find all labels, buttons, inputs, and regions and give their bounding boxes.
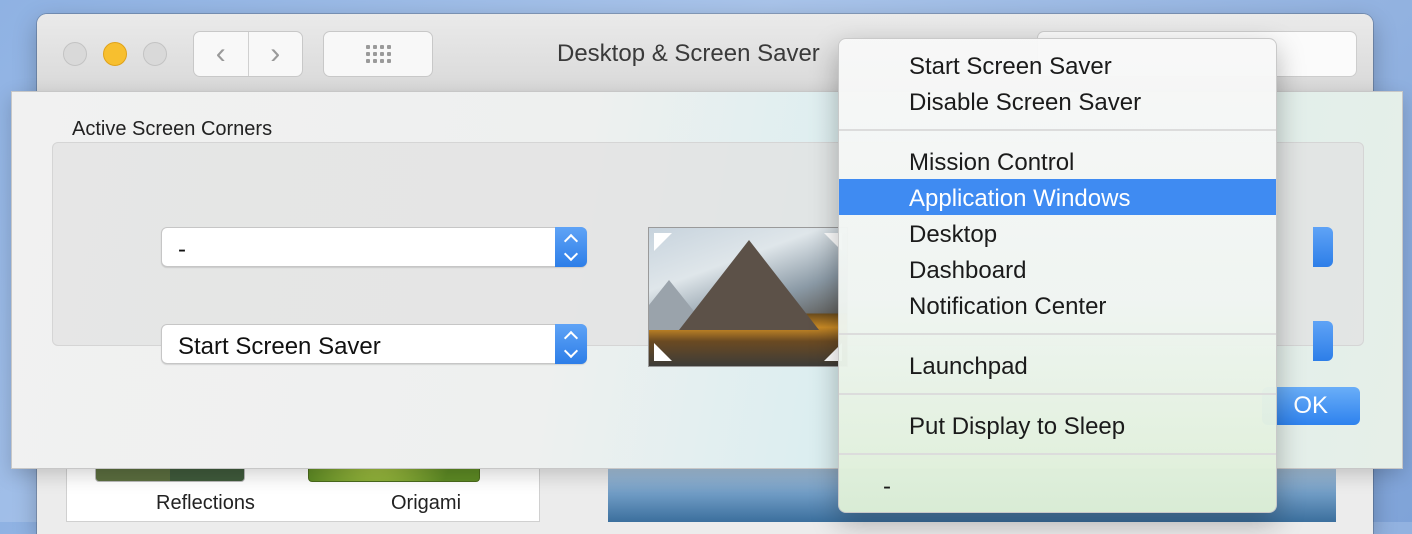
menu-separator: [839, 129, 1276, 131]
popup-value: -: [178, 236, 186, 263]
popup-value: Start Screen Saver: [178, 333, 381, 360]
menu-item-put-display-to-sleep[interactable]: Put Display to Sleep: [839, 407, 1276, 443]
forward-button[interactable]: ›: [247, 32, 303, 76]
reflections-label: Reflections: [156, 492, 255, 514]
show-all-button[interactable]: [323, 31, 433, 77]
menu-separator: [839, 453, 1276, 455]
menu-item-none[interactable]: -: [839, 467, 1276, 503]
top-left-corner-popup[interactable]: -: [161, 227, 587, 267]
sheet-title: Active Screen Corners: [72, 118, 273, 140]
back-button[interactable]: ‹: [194, 32, 248, 76]
origami-label: Origami: [391, 492, 462, 514]
bottom-left-corner-popup[interactable]: Start Screen Saver: [161, 324, 587, 364]
menu-item-desktop[interactable]: Desktop: [839, 215, 1276, 251]
menu-item-mission-control[interactable]: Mission Control: [839, 143, 1276, 179]
menu-item-start-screen-saver[interactable]: Start Screen Saver: [839, 47, 1276, 83]
menu-item-dashboard[interactable]: Dashboard: [839, 251, 1276, 287]
corner-top-left-icon: [654, 233, 672, 251]
chevron-right-icon: ›: [270, 37, 281, 70]
screen-preview-image: [648, 227, 848, 367]
popup-stepper-icon: [555, 324, 587, 364]
popup-stepper-icon: [555, 227, 587, 267]
corner-action-menu: Start Screen Saver Disable Screen Saver …: [838, 38, 1277, 513]
menu-item-notification-center[interactable]: Notification Center: [839, 287, 1276, 323]
menu-item-disable-screen-saver[interactable]: Disable Screen Saver: [839, 83, 1276, 119]
menu-separator: [839, 333, 1276, 335]
zoom-button[interactable]: [143, 42, 167, 66]
menu-item-application-windows[interactable]: Application Windows: [839, 179, 1276, 215]
bottom-right-corner-popup[interactable]: [1313, 321, 1333, 361]
grid-icon: [365, 45, 391, 63]
close-button[interactable]: [63, 42, 87, 66]
chevron-left-icon: ‹: [215, 37, 226, 70]
corner-bottom-left-icon: [654, 343, 672, 361]
navigation-buttons: ‹ ›: [193, 31, 303, 77]
window-title: Desktop & Screen Saver: [557, 40, 820, 67]
menu-separator: [839, 393, 1276, 395]
menu-item-launchpad[interactable]: Launchpad: [839, 347, 1276, 383]
minimize-button[interactable]: [103, 42, 127, 66]
top-right-corner-popup[interactable]: [1313, 227, 1333, 267]
